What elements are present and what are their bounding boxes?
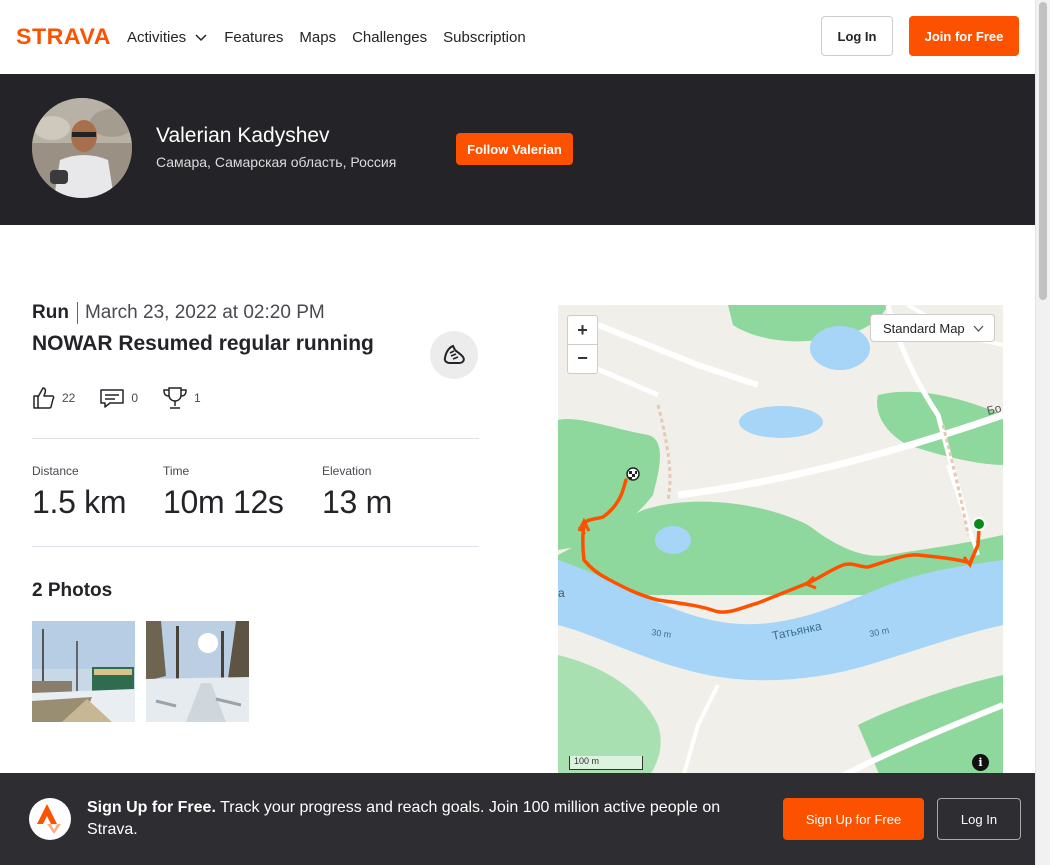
divider [32, 438, 479, 439]
photo-thumbnail[interactable] [32, 621, 135, 722]
photo-thumbnail[interactable] [146, 621, 249, 722]
edge-label: а [558, 586, 565, 600]
info-icon[interactable]: i [972, 754, 989, 771]
footer-login-button[interactable]: Log In [937, 798, 1021, 840]
zoom-control: + − [567, 315, 598, 374]
signup-headline: Sign Up for Free. [87, 799, 216, 816]
trophy-icon [163, 387, 187, 409]
zoom-in-button[interactable]: + [568, 316, 597, 344]
nav-links: Activities Features Maps Challenges Subs… [127, 0, 542, 74]
route-map[interactable]: Татьянка 30 m 30 m Бо а + − Standard Map… [558, 305, 1003, 795]
map-scale: 100 m [569, 756, 643, 770]
signup-message: Sign Up for Free. Track your progress an… [87, 797, 767, 841]
scrollbar[interactable] [1035, 0, 1050, 865]
signup-banner: Sign Up for Free. Track your progress an… [0, 773, 1035, 865]
activity-date: March 23, 2022 at 02:20 PM [84, 302, 325, 323]
kudos-count: 22 [62, 391, 76, 405]
stat-label: Time [163, 464, 190, 478]
strava-mark-icon [29, 798, 71, 840]
signup-button[interactable]: Sign Up for Free [783, 798, 924, 840]
achievements[interactable]: 1 [162, 385, 201, 411]
stat-value: 10m 12s [163, 484, 284, 520]
strava-logo[interactable]: STRAVA [16, 26, 111, 46]
achievements-count: 1 [194, 391, 201, 405]
chevron-down-icon [973, 325, 984, 332]
athlete-banner: Valerian Kadyshev Самара, Самарская обла… [0, 74, 1035, 225]
divider [32, 546, 479, 547]
stat-elevation: Elevation 13 m [322, 464, 392, 521]
comments[interactable]: 0 [99, 386, 138, 410]
thumbs-up-icon [33, 387, 55, 409]
stat-time: Time 10m 12s [163, 464, 284, 521]
logo-text: STRAVA [16, 26, 111, 46]
join-button[interactable]: Join for Free [909, 16, 1019, 56]
stat-distance: Distance 1.5 km [32, 464, 127, 521]
top-nav: STRAVA Activities Features Maps Challeng… [0, 0, 1035, 74]
chevron-down-icon [195, 34, 207, 42]
comments-count: 0 [131, 391, 139, 405]
page: STRAVA Activities Features Maps Challeng… [0, 0, 1050, 865]
scrollbar-thumb[interactable] [1039, 2, 1047, 300]
zoom-out-button[interactable]: − [568, 344, 597, 372]
follow-button[interactable]: Follow Valerian [456, 133, 573, 165]
map-style-label: Standard Map [883, 320, 965, 336]
activity-header: Run March 23, 2022 at 02:20 PM [32, 300, 325, 326]
stat-value: 13 m [322, 484, 392, 520]
athlete-location: Самара, Самарская область, Россия [156, 154, 397, 170]
stat-value: 1.5 km [32, 484, 127, 520]
avatar-image [32, 98, 132, 198]
stat-label: Distance [32, 464, 79, 478]
social-actions: 22 0 1 [32, 384, 225, 412]
photos-title: 2 Photos [32, 580, 113, 601]
run-shoe-icon [430, 331, 478, 379]
athlete-name[interactable]: Valerian Kadyshev [156, 124, 330, 148]
activity-type: Run [32, 302, 78, 324]
nav-maps[interactable]: Maps [299, 29, 336, 46]
comment-icon [100, 389, 125, 408]
nav-challenges[interactable]: Challenges [352, 29, 427, 46]
nav-features[interactable]: Features [224, 29, 283, 46]
athlete-avatar[interactable] [32, 98, 132, 198]
nav-activities[interactable]: Activities [127, 29, 208, 46]
map-style-select[interactable]: Standard Map [870, 314, 995, 342]
activity-title: NOWAR Resumed regular running [32, 332, 374, 355]
stat-label: Elevation [322, 464, 372, 478]
nav-activities-label: Activities [127, 28, 187, 46]
login-button[interactable]: Log In [821, 16, 893, 56]
nav-subscription[interactable]: Subscription [443, 29, 526, 46]
kudos[interactable]: 22 [32, 386, 75, 410]
map-canvas: Татьянка 30 m 30 m Бо а [558, 305, 1003, 795]
